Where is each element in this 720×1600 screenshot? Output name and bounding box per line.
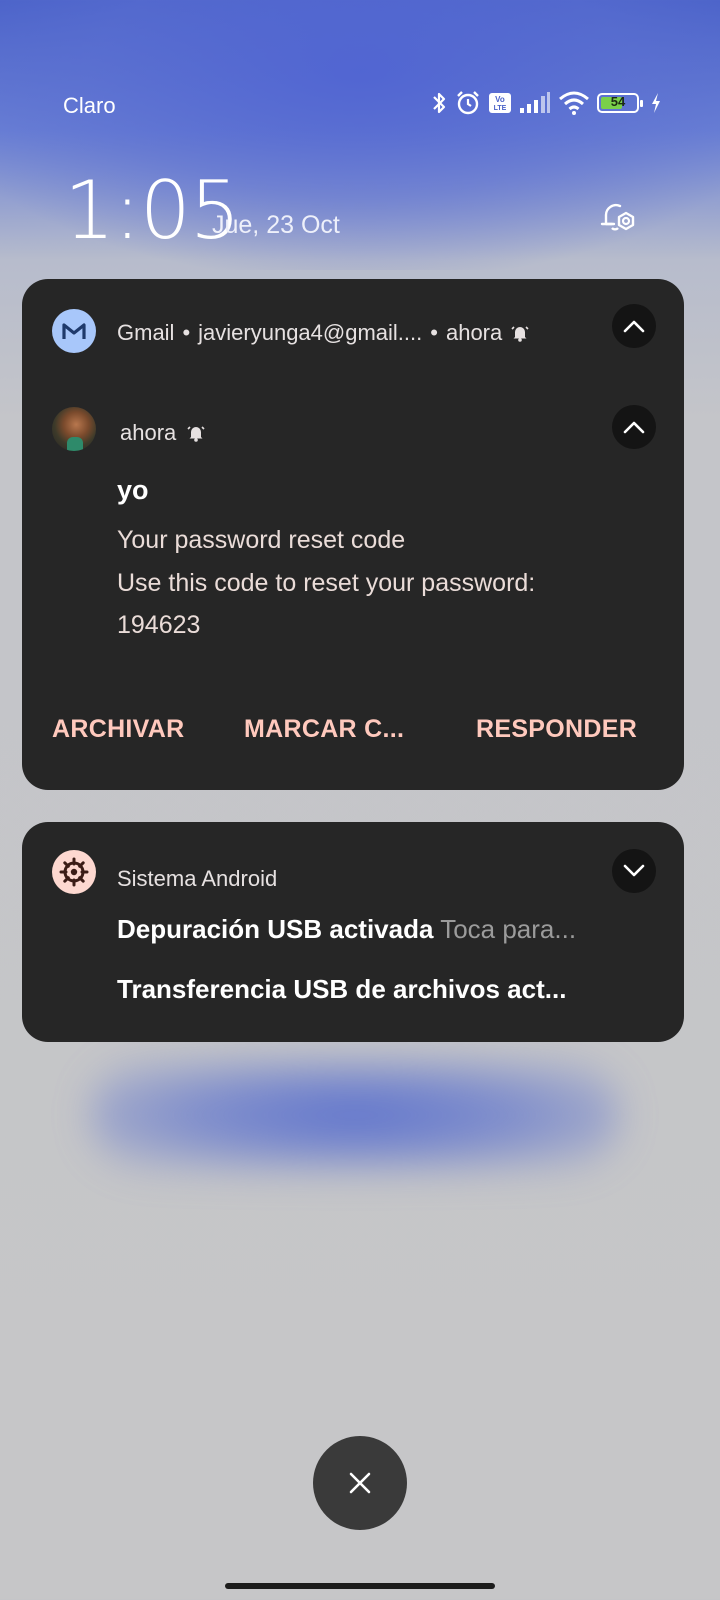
message-body: Use this code to reset your password:: [117, 569, 536, 597]
volte-icon: VoLTE: [489, 93, 511, 113]
mark-as-read-action-button[interactable]: MARCAR C...: [244, 715, 404, 744]
android-system-icon: [52, 850, 96, 894]
gmail-app-icon: [52, 309, 96, 353]
reset-code: 194623: [117, 611, 201, 639]
close-icon: [349, 1472, 371, 1494]
home-gesture-bar[interactable]: [225, 1583, 495, 1589]
chevron-down-icon: [623, 864, 645, 877]
svg-text:LTE: LTE: [494, 105, 507, 112]
notification-actions: ARCHIVAR MARCAR C... RESPONDER: [22, 715, 684, 765]
gear-icon: [59, 857, 89, 887]
collapse-group-button[interactable]: [612, 304, 656, 348]
gmail-notification-card[interactable]: Gmail • javieryunga4@gmail.... • ahora a…: [22, 279, 684, 790]
android-system-notification-card[interactable]: Sistema Android Depuración USB activada …: [22, 822, 684, 1042]
message-subject: Your password reset code: [117, 526, 406, 554]
carrier-name: Claro: [63, 93, 116, 118]
notification-time: ahora: [445, 320, 503, 345]
wifi-icon: [559, 91, 589, 115]
message-time: ahora: [120, 420, 177, 445]
bluetooth-icon: [433, 92, 446, 114]
svg-text:Vo: Vo: [495, 95, 505, 104]
signal-icon: [520, 92, 550, 113]
message-sender: yo: [117, 475, 149, 505]
status-icons: Vo LTE 54: [430, 90, 662, 116]
gmail-header: Gmail • javieryunga4@gmail.... • ahora: [117, 320, 530, 346]
chevron-up-icon: [623, 320, 645, 333]
collapse-message-button[interactable]: [612, 405, 656, 449]
alerting-bell-icon: [187, 426, 205, 442]
message-meta: ahora: [120, 420, 206, 446]
alerting-bell-icon: [511, 326, 529, 342]
usb-transfer-item[interactable]: Transferencia USB de archivos act...: [117, 974, 566, 1005]
charging-icon: [652, 93, 660, 113]
usb-debugging-item[interactable]: Depuración USB activada Toca para...: [117, 914, 576, 945]
usb-debugging-subtitle: Toca para...: [440, 914, 577, 944]
archive-action-button[interactable]: ARCHIVAR: [52, 715, 185, 744]
status-bar: Claro Vo LTE 54 1:05 Jue, 23 Oct: [0, 0, 720, 257]
account-email: javieryunga4@gmail....: [198, 320, 423, 345]
app-name: Sistema Android: [117, 866, 278, 891]
expand-button[interactable]: [612, 849, 656, 893]
lockscreen-date: Jue, 23 Oct: [212, 211, 340, 239]
battery-icon: 54: [597, 93, 643, 113]
separator-dot: •: [430, 320, 438, 345]
clear-all-button[interactable]: [313, 1436, 407, 1530]
usb-debugging-title: Depuración USB activada: [117, 914, 434, 944]
chevron-up-icon: [623, 421, 645, 434]
app-name: Gmail: [117, 320, 175, 345]
avatar: [52, 407, 96, 451]
battery-level: 54: [610, 94, 626, 109]
notification-settings-icon[interactable]: [598, 198, 640, 240]
reply-action-button[interactable]: RESPONDER: [476, 715, 637, 744]
alarm-icon: [457, 91, 479, 115]
separator-dot: •: [182, 320, 191, 345]
